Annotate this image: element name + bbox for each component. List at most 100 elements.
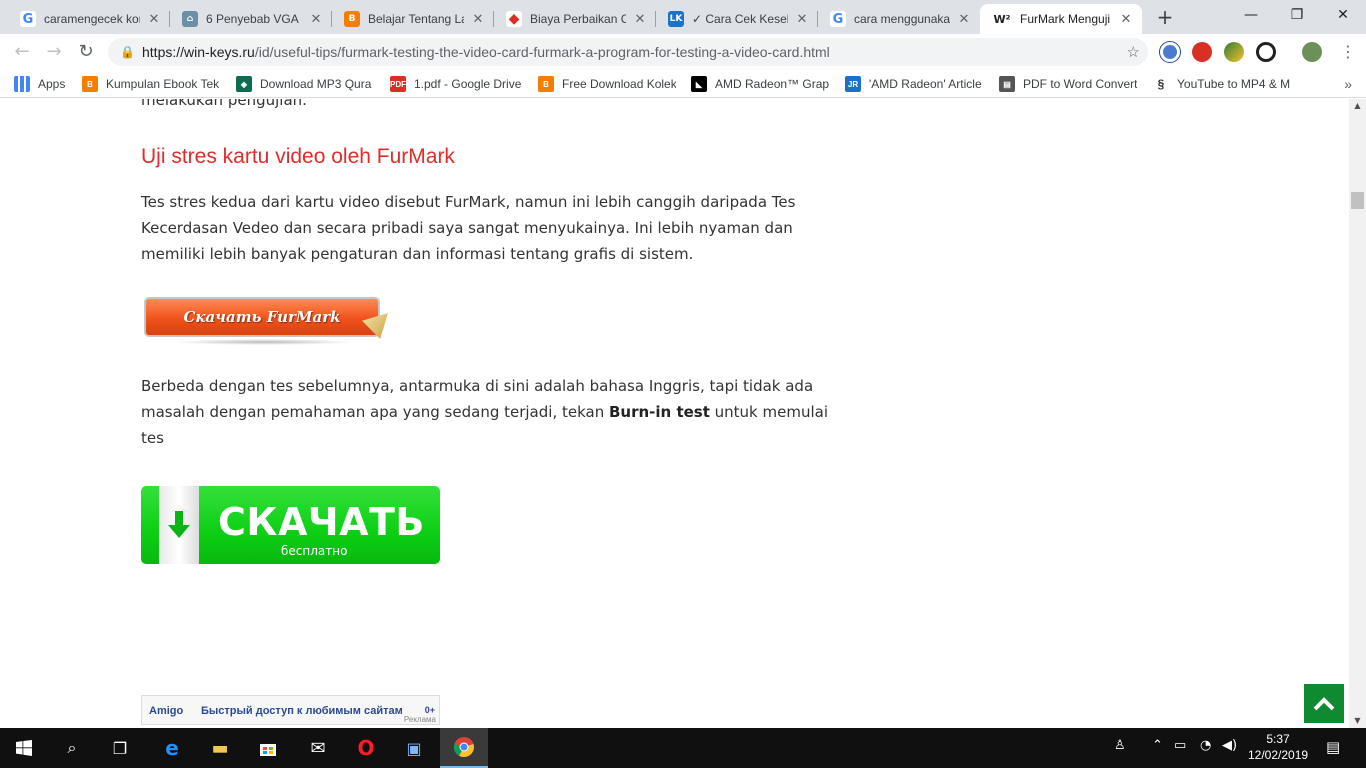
tab-1[interactable]: G caramengecek kon ✕ (8, 4, 170, 34)
ad-banner[interactable]: Amigo Быстрый доступ к любимым сайтам 0+… (141, 695, 440, 725)
notification-icon[interactable]: ▤ (1326, 738, 1340, 756)
taskbar-clock[interactable]: 5:37 12/02/2019 (1248, 731, 1308, 763)
wifi-icon[interactable]: ◔ (1200, 738, 1211, 753)
bookmark-label: Free Download Kolek (562, 77, 676, 91)
mail-icon[interactable]: ✉ (294, 728, 342, 768)
ad-brand: Amigo (149, 705, 184, 717)
reload-icon[interactable]: ↻ (72, 38, 100, 66)
edge-icon[interactable]: e (148, 728, 196, 768)
battery-icon[interactable]: ▭ (1174, 738, 1186, 753)
lock-icon: 🔒 (120, 45, 135, 59)
scroll-to-top-button[interactable] (1304, 684, 1344, 723)
task-view-icon[interactable]: ❐ (96, 728, 144, 768)
opera-extension-icon[interactable] (1192, 42, 1212, 62)
store-icon[interactable] (244, 728, 292, 768)
bookmark-item[interactable]: PDF 1.pdf - Google Drive (390, 75, 530, 93)
more-bookmarks-icon[interactable]: » (1344, 76, 1352, 92)
globe-extension-icon[interactable] (1224, 42, 1244, 62)
url-domain: https://win-keys.ru (142, 44, 255, 60)
bookmark-item[interactable]: B Free Download Kolek (538, 75, 676, 93)
people-icon[interactable]: ♙ (1114, 738, 1126, 753)
bookmark-item[interactable]: ◣ AMD Radeon™ Grapi (691, 75, 829, 93)
close-window-button[interactable]: ✕ (1320, 0, 1366, 32)
cut-off-text: melakukan pengujian. (141, 99, 307, 109)
close-icon[interactable]: ✕ (632, 12, 648, 27)
page-scrollbar[interactable]: ▲ ▼ (1349, 99, 1366, 728)
ad-text: Быстрый доступ к любимым сайтам (201, 705, 403, 717)
pdf-icon: ▤ (999, 76, 1015, 92)
close-icon[interactable]: ✕ (1118, 12, 1134, 27)
opera-icon[interactable]: O (342, 728, 390, 768)
tab-7-active[interactable]: W² FurMark Menguji V ✕ (980, 4, 1142, 34)
bookmark-item[interactable]: JR 'AMD Radeon' Article (845, 75, 983, 93)
close-icon[interactable]: ✕ (794, 12, 810, 27)
windows-start-icon[interactable] (0, 728, 48, 768)
w2-icon: W² (992, 11, 1012, 27)
bookmark-label: Kumpulan Ebook Tek (106, 77, 220, 91)
url-path: /id/useful-tips/furmark-testing-the-vide… (254, 44, 830, 60)
bookmark-item[interactable]: ▤ PDF to Word Convert (999, 75, 1137, 93)
avatar[interactable] (1302, 42, 1322, 62)
bookmark-item[interactable]: § YouTube to MP4 & M (1153, 75, 1291, 93)
forward-icon[interactable]: → (40, 38, 68, 66)
bookmark-label: Apps (38, 77, 66, 91)
google-icon: G (20, 11, 36, 27)
bookmark-apps[interactable]: Apps (14, 75, 74, 93)
bookmark-item[interactable]: B Kumpulan Ebook Tek (82, 75, 222, 93)
star-icon[interactable]: ☆ (1127, 43, 1140, 61)
tab-title: caramengecek kon (44, 12, 140, 26)
burn-in-test-label: Burn-in test (608, 403, 710, 421)
chrome-icon[interactable] (440, 728, 488, 768)
download-furmark-button[interactable]: Скачать FurMark (144, 297, 388, 345)
tab-title: FurMark Menguji V (1020, 12, 1112, 26)
restore-button[interactable]: ❐ (1274, 0, 1320, 32)
bookmark-item[interactable]: ◈ Download MP3 Qura (236, 75, 376, 93)
volume-icon[interactable]: ◀) (1222, 738, 1237, 753)
search-icon[interactable]: ⌕ (48, 728, 96, 768)
pdf-icon: PDF (390, 76, 406, 92)
download-arrow-icon (159, 486, 199, 564)
site-icon: § (1153, 76, 1169, 92)
scroll-down-icon[interactable]: ▼ (1349, 714, 1366, 728)
close-icon[interactable]: ✕ (470, 12, 486, 27)
bookmark-label: YouTube to MP4 & M (1177, 77, 1291, 91)
tab-strip: G caramengecek kon ✕ ⌂ 6 Penyebab VGA R … (0, 0, 1366, 34)
back-icon[interactable]: ← (8, 38, 36, 66)
tab-5[interactable]: LK ✓ Cara Cek Keseha ✕ (656, 4, 818, 34)
tab-title: 6 Penyebab VGA R (206, 12, 302, 26)
google-icon: G (830, 11, 846, 27)
tab-6[interactable]: G cara menggunakan ✕ (818, 4, 980, 34)
extension-icon[interactable] (1160, 42, 1180, 62)
network-app-icon[interactable]: ▣ (390, 728, 438, 768)
download-free-button[interactable]: СКАЧАТЬ бесплатно (141, 486, 440, 564)
windows-taskbar: ⌕ ❐ e ▬ ✉ O ▣ ♙ ⌃ ▭ ◔ ◀) 5:37 12/02/2019… (0, 728, 1366, 768)
tab-title: ✓ Cara Cek Keseha (692, 12, 788, 26)
bookmark-label: Download MP3 Qura (260, 77, 372, 91)
tab-3[interactable]: B Belajar Tentang La ✕ (332, 4, 494, 34)
page-content: melakukan pengujian. Uji stres kartu vid… (0, 99, 1349, 728)
tab-4[interactable]: ◆ Biaya Perbaikan Ch ✕ (494, 4, 656, 34)
address-bar[interactable]: 🔒 https://win-keys.ru/id/useful-tips/fur… (108, 38, 1148, 66)
link-extension-icon[interactable] (1256, 42, 1276, 62)
new-tab-button[interactable]: + (1153, 6, 1177, 30)
menu-icon[interactable]: ⋮ (1334, 38, 1362, 66)
minimize-button[interactable]: — (1228, 0, 1274, 32)
apps-grid-icon (14, 76, 30, 92)
clock-date: 12/02/2019 (1248, 748, 1309, 762)
close-icon[interactable]: ✕ (146, 12, 162, 27)
scroll-up-icon[interactable]: ▲ (1349, 99, 1366, 113)
tab-2[interactable]: ⌂ 6 Penyebab VGA R ✕ (170, 4, 332, 34)
file-explorer-icon[interactable]: ▬ (196, 728, 244, 768)
scrollbar-thumb[interactable] (1351, 192, 1364, 209)
bookmarks-bar: Apps B Kumpulan Ebook Tek ◈ Download MP3… (0, 70, 1366, 98)
browser-toolbar: ← → ↻ 🔒 https://win-keys.ru/id/useful-ti… (0, 34, 1366, 70)
blogger-icon: B (82, 76, 98, 92)
button-shadow (174, 339, 354, 345)
bookmark-label: AMD Radeon™ Grapi (715, 77, 829, 91)
close-icon[interactable]: ✕ (956, 12, 972, 27)
bookmark-label: PDF to Word Convert (1023, 77, 1137, 91)
chevron-up-icon[interactable]: ⌃ (1152, 738, 1163, 753)
jr-icon: JR (845, 76, 861, 92)
close-icon[interactable]: ✕ (308, 12, 324, 27)
paragraph-1: Tes stres kedua dari kartu video disebut… (141, 193, 796, 263)
